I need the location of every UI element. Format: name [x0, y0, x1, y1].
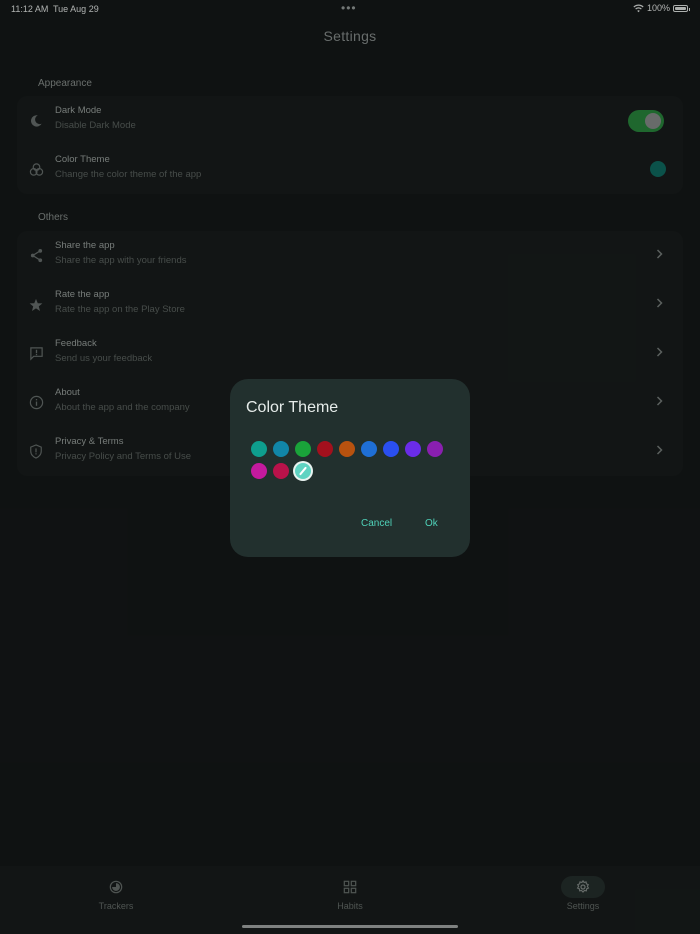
color-swatch[interactable]	[427, 441, 443, 457]
color-swatch[interactable]	[251, 463, 267, 479]
check-icon	[299, 466, 307, 476]
color-swatch[interactable]	[251, 441, 267, 457]
color-swatch[interactable]	[383, 441, 399, 457]
color-swatch[interactable]	[405, 441, 421, 457]
color-swatch[interactable]	[361, 441, 377, 457]
cancel-button[interactable]: Cancel	[361, 518, 392, 529]
color-swatch[interactable]	[295, 463, 311, 479]
color-swatch[interactable]	[295, 441, 311, 457]
color-theme-dialog: Color Theme Cancel Ok	[230, 379, 470, 557]
color-swatch[interactable]	[317, 441, 333, 457]
dialog-title: Color Theme	[246, 399, 339, 416]
color-swatch[interactable]	[273, 463, 289, 479]
color-swatch[interactable]	[273, 441, 289, 457]
color-swatch-grid	[251, 441, 451, 479]
ok-button[interactable]: Ok	[425, 518, 438, 529]
color-swatch[interactable]	[339, 441, 355, 457]
